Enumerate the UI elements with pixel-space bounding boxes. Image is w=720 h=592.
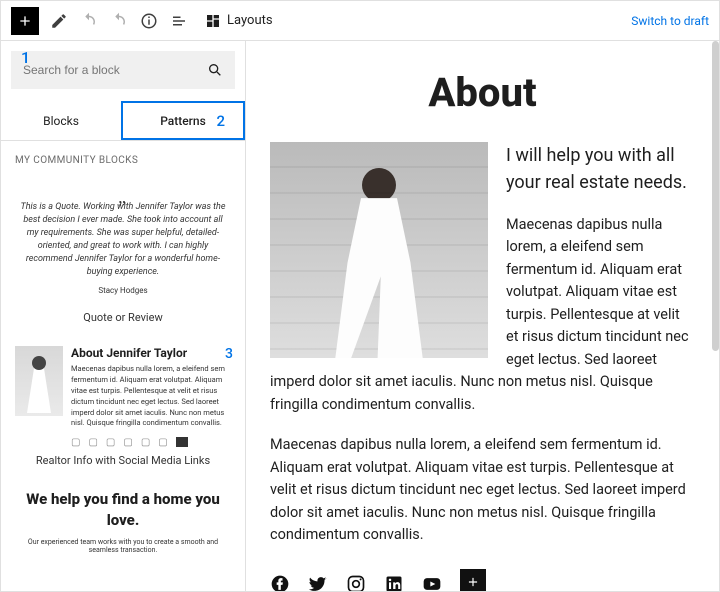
layouts-button[interactable]: Layouts <box>205 13 273 29</box>
add-social-icon-button[interactable] <box>460 569 486 591</box>
content-flow: I will help you with all your real estat… <box>270 142 695 565</box>
section-title: MY COMMUNITY BLOCKS <box>1 141 245 174</box>
info-icon[interactable] <box>139 11 159 31</box>
inserter-tabs: Blocks Patterns 2 <box>1 101 245 141</box>
facebook-icon[interactable] <box>270 574 290 591</box>
redo-icon[interactable] <box>109 11 129 31</box>
annotation-3: 3 <box>225 346 233 362</box>
paragraph-2[interactable]: Maecenas dapibus nulla lorem, a eleifend… <box>270 434 695 546</box>
youtube-icon[interactable] <box>422 574 442 591</box>
switch-to-draft-link[interactable]: Switch to draft <box>631 14 709 28</box>
editor-canvas[interactable]: About I will help you with all your real… <box>246 41 719 591</box>
youtube-icon: ▢ <box>158 437 167 448</box>
tab-patterns-label: Patterns <box>160 114 206 128</box>
twitter-icon: ▢ <box>141 437 150 448</box>
inserter-panel: 1 Blocks Patterns 2 MY COMMUNITY BLOCKS … <box>1 41 246 591</box>
undo-icon[interactable] <box>79 11 99 31</box>
search-block-field[interactable]: 1 <box>11 51 235 89</box>
hero-image[interactable] <box>270 142 488 358</box>
realtor-photo <box>15 346 63 416</box>
pattern-realtor-label: Realtor Info with Social Media Links <box>15 454 231 467</box>
layouts-label: Layouts <box>227 13 273 28</box>
tab-patterns[interactable]: Patterns 2 <box>121 101 245 140</box>
layouts-icon <box>205 13 221 29</box>
realtor-heading: About Jennifer Taylor 3 <box>71 346 231 360</box>
home-sub: Our experienced team works with you to c… <box>15 538 231 554</box>
scrollbar[interactable] <box>712 41 719 351</box>
quote-mark-icon: „ <box>19 184 227 201</box>
top-toolbar: Layouts Switch to draft <box>1 1 719 41</box>
pattern-quote[interactable]: „ This is a Quote. Working with Jennifer… <box>1 174 245 340</box>
annotation-2: 2 <box>216 112 225 130</box>
instagram-icon: ▢ <box>88 437 97 448</box>
pattern-realtor[interactable]: About Jennifer Taylor 3 Maecenas dapibus… <box>1 340 245 483</box>
quote-author: Stacy Hodges <box>19 285 227 297</box>
pattern-quote-label: Quote or Review <box>15 311 231 324</box>
add-block-button[interactable] <box>11 7 39 35</box>
quote-text: This is a Quote. Working with Jennifer T… <box>19 201 227 279</box>
workspace: 1 Blocks Patterns 2 MY COMMUNITY BLOCKS … <box>1 41 719 591</box>
edit-icon[interactable] <box>49 11 69 31</box>
app-root: Layouts Switch to draft 1 Blocks Pattern… <box>0 0 720 592</box>
twitter-icon[interactable] <box>308 574 328 591</box>
instagram-icon[interactable] <box>346 574 366 591</box>
search-input[interactable] <box>23 63 223 77</box>
outline-icon[interactable] <box>169 11 189 31</box>
quote-card: „ This is a Quote. Working with Jennifer… <box>15 180 231 305</box>
linkedin-icon: ▢ <box>106 437 115 448</box>
realtor-card: About Jennifer Taylor 3 Maecenas dapibus… <box>15 346 231 448</box>
linkedin-icon[interactable] <box>384 574 404 591</box>
realtor-social-row: ▢ ▢ ▢ ▢ ▢ ▢ <box>71 437 231 448</box>
more-icon <box>176 437 188 447</box>
pattern-home[interactable]: We help you find a home you love. Our ex… <box>1 483 245 570</box>
home-heading: We help you find a home you love. <box>15 489 231 530</box>
search-icon <box>207 62 223 78</box>
tab-blocks[interactable]: Blocks <box>1 101 121 140</box>
pinterest-icon: ▢ <box>123 437 132 448</box>
annotation-1: 1 <box>21 48 30 67</box>
facebook-icon: ▢ <box>71 437 80 448</box>
realtor-heading-text: About Jennifer Taylor <box>71 346 187 360</box>
page-title[interactable]: About <box>270 69 695 116</box>
social-icons-block[interactable] <box>270 571 695 591</box>
realtor-body: Maecenas dapibus nulla lorem, a eleifend… <box>71 364 231 429</box>
